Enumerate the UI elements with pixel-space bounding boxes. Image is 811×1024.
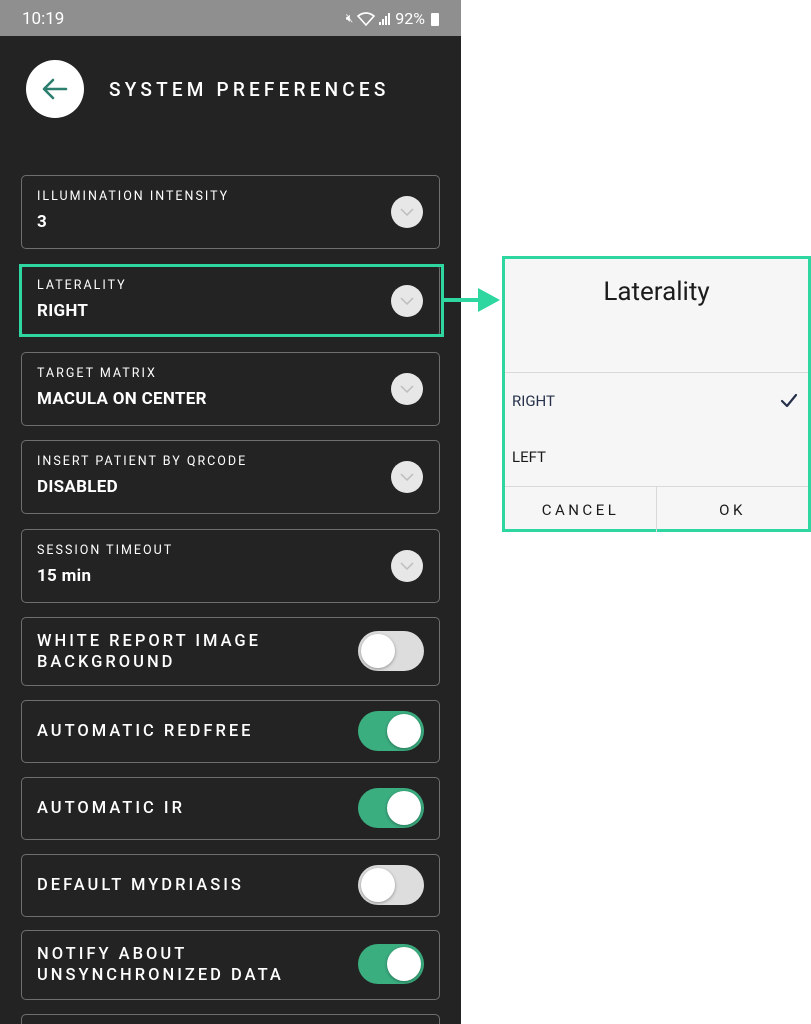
cancel-button[interactable]: CANCEL (505, 487, 656, 532)
toggle-label-line1: WHITE REPORT IMAGE (37, 632, 261, 651)
dropdown-label: LATERALITY (37, 278, 127, 293)
chevron-down-icon[interactable] (391, 373, 423, 405)
chevron-down-icon[interactable] (391, 550, 423, 582)
dropdown-label: ILLUMINATION INTENSITY (37, 189, 230, 204)
page-title: SYSTEM PREFERENCES (109, 78, 390, 101)
toggle-knob (387, 791, 421, 825)
dropdown-value: RIGHT (37, 301, 89, 321)
battery-percent: 92% (395, 9, 425, 28)
toggle-label-line2: UNSYNCHRONIZED DATA (37, 966, 284, 985)
battery-icon (431, 13, 439, 26)
toggle-row-default-mydriasis: DEFAULT MYDRIASIS (21, 854, 440, 917)
ok-button[interactable]: OK (657, 487, 808, 532)
toggle-label-line1: NOTIFY ABOUT (37, 945, 188, 964)
divider (505, 372, 808, 373)
dropdown-label: INSERT PATIENT BY QRCODE (37, 454, 248, 469)
toggle-label-line2: BACKGROUND (37, 653, 176, 672)
checkmark-icon (780, 393, 798, 408)
wifi-icon (357, 11, 376, 26)
mute-icon: 🔇︎ (345, 11, 354, 25)
toggle-knob (361, 634, 395, 668)
chevron-down-icon[interactable] (391, 461, 423, 493)
dropdown-label: TARGET MATRIX (37, 366, 157, 381)
toggle-row-white-report-image-background: WHITE REPORT IMAGE BACKGROUND (21, 617, 440, 686)
callout-arrow-head (478, 288, 500, 312)
option-label: RIGHT (512, 392, 555, 410)
dropdown-session-timeout[interactable]: SESSION TIMEOUT 15 min (21, 529, 440, 603)
dropdown-insert-patient-by-qrcode[interactable]: INSERT PATIENT BY QRCODE DISABLED (21, 440, 440, 514)
default-mydriasis-toggle[interactable] (358, 865, 424, 905)
toggle-label: AUTOMATIC IR (37, 799, 185, 818)
white-report-image-background-toggle[interactable] (358, 631, 424, 671)
callout-arrow-line (444, 298, 482, 302)
dialog-title: Laterality (603, 277, 710, 307)
dropdown-laterality[interactable]: LATERALITY RIGHT (21, 264, 440, 337)
arrow-left-icon (42, 78, 68, 100)
notify-unsynchronized-data-toggle[interactable] (358, 944, 424, 984)
toggle-knob (387, 947, 421, 981)
dropdown-target-matrix[interactable]: TARGET MATRIX MACULA ON CENTER (21, 352, 440, 426)
dialog-option-right[interactable]: RIGHT (505, 375, 808, 429)
automatic-redfree-toggle[interactable] (358, 711, 424, 751)
phone-screen: 10:19 🔇︎ 92% SYSTEM PREFERENCES ILLUMINA… (0, 0, 461, 1024)
chevron-down-icon[interactable] (391, 196, 423, 228)
dropdown-value: DISABLED (37, 477, 118, 497)
toggle-row-notify-unsynchronized-data: NOTIFY ABOUT UNSYNCHRONIZED DATA (21, 930, 440, 1000)
dropdown-value: 3 (37, 212, 48, 232)
toggle-row-automatic-ir: AUTOMATIC IR (21, 777, 440, 840)
signal-icon (379, 12, 391, 25)
option-label: LEFT (512, 448, 546, 466)
toggle-label: AUTOMATIC REDFREE (37, 722, 254, 741)
back-button[interactable] (26, 60, 84, 118)
dropdown-illumination-intensity[interactable]: ILLUMINATION INTENSITY 3 (21, 175, 440, 249)
laterality-dialog: Laterality RIGHT LEFT CANCEL OK (502, 256, 811, 532)
dropdown-label: SESSION TIMEOUT (37, 543, 174, 558)
status-bar: 10:19 🔇︎ 92% (0, 0, 461, 36)
toggle-row-automatic-redfree: AUTOMATIC REDFREE (21, 700, 440, 763)
chevron-down-icon[interactable] (391, 285, 423, 317)
status-icons: 🔇︎ 92% (346, 9, 439, 28)
automatic-ir-toggle[interactable] (358, 788, 424, 828)
toggle-knob (387, 714, 421, 748)
toggle-knob (361, 868, 395, 902)
status-time: 10:19 (22, 9, 65, 29)
next-setting-card[interactable] (21, 1014, 440, 1024)
toggle-label: DEFAULT MYDRIASIS (37, 876, 244, 895)
dropdown-value: 15 min (37, 566, 92, 586)
dialog-option-left[interactable]: LEFT (505, 431, 808, 485)
dropdown-value: MACULA ON CENTER (37, 389, 207, 409)
